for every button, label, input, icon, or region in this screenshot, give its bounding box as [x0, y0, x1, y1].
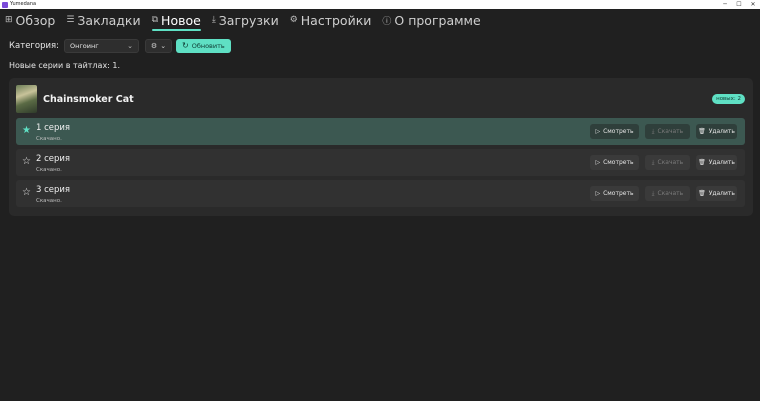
- star-icon[interactable]: ★: [22, 125, 31, 136]
- download-button-label: Скачать: [657, 190, 684, 197]
- nav-label: Закладки: [77, 12, 141, 28]
- episode-status: Скачано.: [36, 136, 62, 142]
- minimize-button[interactable]: ─: [718, 0, 732, 9]
- nav-item-new[interactable]: ⧉ Новое: [151, 11, 202, 31]
- gear-icon: ⚙: [289, 15, 298, 25]
- nav-item-overview[interactable]: ⊞ Обзор: [5, 11, 55, 29]
- download-button[interactable]: ⤓ Скачать: [645, 124, 690, 139]
- title-card-header: Chainsmoker Cat: [16, 85, 134, 113]
- episode-status: Скачано.: [36, 167, 62, 173]
- star-outline-icon[interactable]: ☆: [22, 187, 31, 198]
- refresh-button-label: Обновить: [191, 41, 225, 50]
- play-icon: ▷: [595, 190, 601, 197]
- download-icon: ⤓: [651, 189, 655, 197]
- star-outline-icon[interactable]: ☆: [22, 156, 31, 167]
- nav-label: Обзор: [15, 12, 56, 28]
- download-button[interactable]: ⤓ Скачать: [645, 186, 690, 201]
- download-button-label: Скачать: [657, 128, 684, 135]
- new-count-badge: новых: 2: [712, 94, 745, 104]
- nav-label: Новое: [161, 12, 201, 28]
- play-icon: ▷: [595, 159, 601, 166]
- episode-row[interactable]: ☆ 3 серия Скачано. ▷ Смотреть ⤓ Скачать …: [16, 180, 745, 207]
- chevron-down-icon: ⌄: [127, 41, 133, 50]
- bookmarks-icon: ☰: [66, 15, 75, 25]
- title-thumbnail[interactable]: [16, 85, 37, 113]
- trash-icon: 🗑: [698, 128, 706, 135]
- download-button[interactable]: ⤓ Скачать: [645, 155, 690, 170]
- watch-button-label: Смотреть: [603, 159, 634, 166]
- nav-item-settings[interactable]: ⚙ Настройки: [290, 11, 372, 29]
- nav-label: Настройки: [300, 12, 372, 28]
- episode-actions: ▷ Смотреть ⤓ Скачать 🗑 Удалить: [584, 124, 737, 139]
- download-icon: ⤓: [651, 158, 655, 166]
- episode-actions: ▷ Смотреть ⤓ Скачать 🗑 Удалить: [584, 186, 737, 201]
- nav-item-downloads[interactable]: ⤓ Загрузки: [212, 11, 279, 29]
- episode-title: 1 серия: [36, 123, 71, 133]
- delete-button-label: Удалить: [708, 128, 735, 135]
- download-button-label: Скачать: [657, 159, 684, 166]
- info-icon: ⓘ: [382, 16, 392, 27]
- window-controls: ─ ☐ ✕: [718, 0, 760, 9]
- filter-settings-button[interactable]: ⚙ ⌄: [145, 38, 172, 53]
- gear-icon: ⚙: [150, 41, 158, 50]
- nav-item-about[interactable]: ⓘ О программе: [382, 11, 480, 29]
- refresh-icon: ↻: [182, 41, 189, 50]
- app-logo-icon: [2, 1, 8, 8]
- watch-button[interactable]: ▷ Смотреть: [590, 155, 639, 170]
- nav-label: О программе: [394, 12, 481, 28]
- episode-status: Скачано.: [36, 198, 62, 204]
- category-label: Категория:: [9, 40, 59, 51]
- download-icon: ⤓: [211, 15, 216, 25]
- trash-icon: 🗑: [698, 190, 706, 197]
- nav-item-bookmarks[interactable]: ☰ Закладки: [66, 11, 140, 29]
- trash-icon: 🗑: [698, 159, 706, 166]
- delete-button[interactable]: 🗑 Удалить: [696, 155, 737, 170]
- episode-row[interactable]: ★ 1 серия Скачано. ▷ Смотреть ⤓ Скачать …: [16, 118, 745, 145]
- main-nav: ⊞ Обзор ☰ Закладки ⧉ Новое ⤓ Загрузки ⚙ …: [5, 11, 492, 31]
- delete-button[interactable]: 🗑 Удалить: [696, 124, 737, 139]
- category-select-value: Онгоинг: [70, 41, 99, 50]
- maximize-button[interactable]: ☐: [732, 0, 746, 9]
- nav-label: Загрузки: [218, 12, 279, 28]
- title-card: Chainsmoker Cat новых: 2 ★ 1 серия Скача…: [9, 78, 753, 216]
- title-bar: Yumedana ─ ☐ ✕: [0, 0, 760, 9]
- watch-button-label: Смотреть: [603, 190, 634, 197]
- episode-actions: ▷ Смотреть ⤓ Скачать 🗑 Удалить: [584, 155, 737, 170]
- episode-row[interactable]: ☆ 2 серия Скачано. ▷ Смотреть ⤓ Скачать …: [16, 149, 745, 176]
- play-icon: ▷: [595, 128, 601, 135]
- new-episodes-summary: Новые серии в тайтлах: 1.: [9, 61, 121, 70]
- close-button[interactable]: ✕: [746, 0, 760, 9]
- refresh-button[interactable]: ↻ Обновить: [176, 38, 231, 53]
- new-icon: ⧉: [151, 15, 159, 25]
- episode-title: 2 серия: [36, 154, 71, 164]
- watch-button[interactable]: ▷ Смотреть: [590, 186, 639, 201]
- watch-button[interactable]: ▷ Смотреть: [590, 124, 639, 139]
- chevron-down-icon: ⌄: [160, 41, 167, 50]
- title-name[interactable]: Chainsmoker Cat: [43, 94, 134, 105]
- episode-title: 3 серия: [36, 185, 71, 195]
- toolbar: Категория: Онгоинг ⌄ ⚙ ⌄ ↻ Обновить: [9, 38, 231, 53]
- grid-icon: ⊞: [5, 15, 13, 25]
- category-select[interactable]: Онгоинг ⌄: [64, 38, 139, 53]
- download-icon: ⤓: [651, 127, 655, 135]
- window-title: Yumedana: [10, 1, 37, 7]
- delete-button[interactable]: 🗑 Удалить: [696, 186, 737, 201]
- delete-button-label: Удалить: [708, 190, 735, 197]
- watch-button-label: Смотреть: [603, 128, 634, 135]
- delete-button-label: Удалить: [708, 159, 735, 166]
